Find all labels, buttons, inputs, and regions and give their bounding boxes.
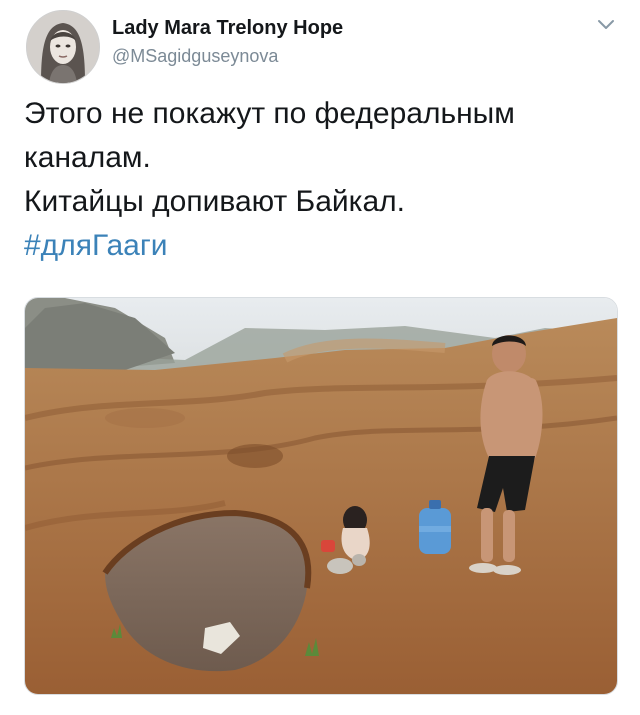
- tweet-photo[interactable]: [24, 297, 618, 695]
- tweet-text: Этого не покажут по федеральным каналам.…: [24, 92, 614, 268]
- tweet-text-line: Этого не покажут по федеральным: [24, 97, 515, 130]
- chevron-down-icon[interactable]: [596, 16, 616, 32]
- tweet-text-line: каналам.: [24, 141, 151, 174]
- hashtag-link[interactable]: #дляГааги: [24, 224, 614, 268]
- author-handle[interactable]: @MSagidguseynova: [112, 46, 278, 67]
- tweet-text-line: Китайцы допивают Байкал.: [24, 185, 405, 218]
- tweet-card: Lady Mara Trelony Hope @MSagidguseynova …: [0, 0, 640, 715]
- author-name[interactable]: Lady Mara Trelony Hope: [112, 17, 343, 40]
- avatar[interactable]: [26, 10, 100, 84]
